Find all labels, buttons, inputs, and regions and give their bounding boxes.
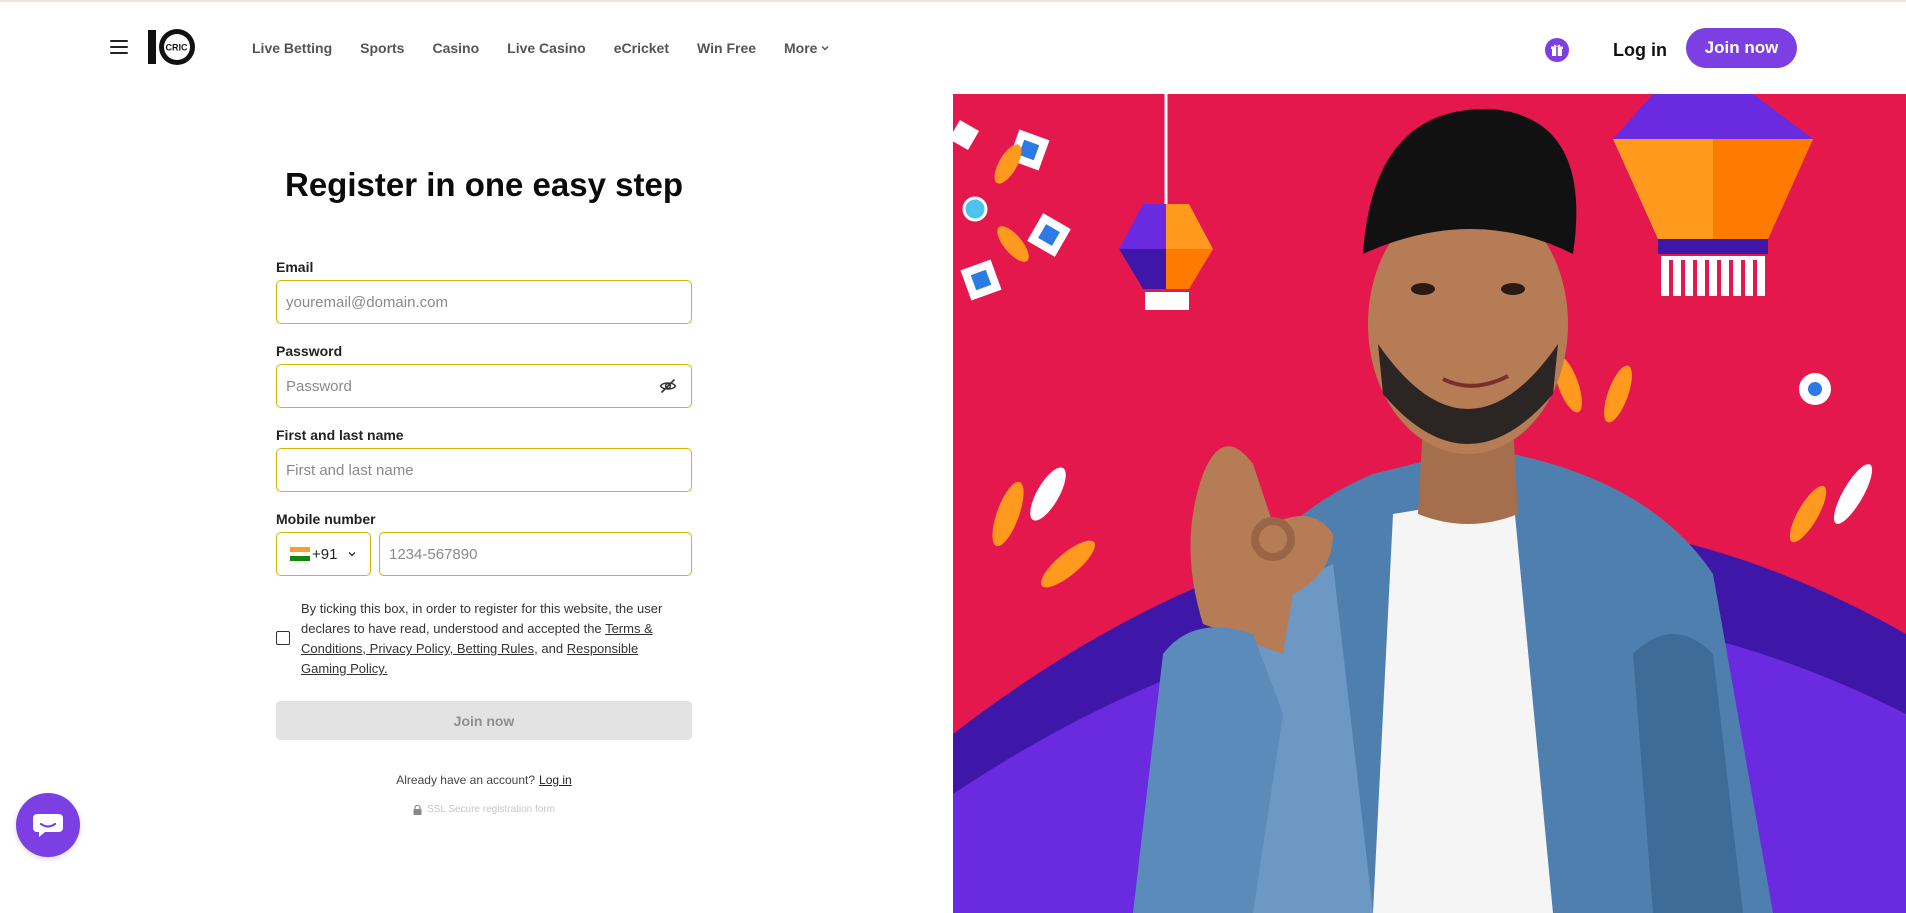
hamburger-icon[interactable] — [110, 40, 128, 56]
consent-checkbox[interactable] — [276, 631, 290, 645]
login-prompt: Already have an account? Log in — [276, 773, 692, 787]
hero-illustration — [953, 94, 1906, 913]
mobile-label: Mobile number — [276, 511, 376, 527]
nav-win-free[interactable]: Win Free — [697, 40, 756, 56]
form-login-link[interactable]: Log in — [539, 773, 572, 787]
email-label: Email — [276, 259, 314, 275]
hero-banner — [953, 94, 1906, 913]
chevron-down-icon — [821, 45, 829, 51]
mobile-field-box — [379, 532, 692, 576]
india-flag-icon — [290, 547, 310, 562]
join-now-button[interactable]: Join now — [276, 701, 692, 740]
name-field-box — [276, 448, 692, 492]
page-title: Register in one easy step — [285, 166, 683, 203]
already-text: Already have an account? — [396, 773, 536, 787]
password-label: Password — [276, 343, 343, 359]
mobile-field[interactable] — [380, 533, 691, 575]
chat-icon[interactable] — [16, 793, 80, 857]
nav-more-label: More — [784, 40, 818, 56]
nav-live-betting[interactable]: Live Betting — [252, 40, 332, 56]
ssl-notice: SSL Secure registration form — [276, 804, 692, 815]
eye-off-icon[interactable] — [659, 377, 677, 395]
chevron-down-icon — [348, 552, 356, 557]
brand-logo[interactable]: CRIC — [148, 27, 200, 69]
nav-ecricket[interactable]: eCricket — [614, 40, 669, 56]
consent-and: and — [541, 641, 564, 656]
country-code-select[interactable]: +91 — [276, 532, 371, 576]
nav-more[interactable]: More — [784, 40, 830, 56]
consent-text: By ticking this box, in order to registe… — [301, 599, 681, 679]
lock-icon — [413, 804, 422, 815]
header-join-button[interactable]: Join now — [1686, 28, 1797, 68]
main-nav: Live Betting Sports Casino Live Casino e… — [252, 40, 830, 56]
country-code: +91 — [312, 545, 338, 563]
name-field[interactable] — [277, 449, 691, 491]
svg-text:CRIC: CRIC — [166, 43, 188, 53]
ssl-text: SSL Secure registration form — [426, 804, 556, 815]
site-header: CRIC Live Betting Sports Casino Live Cas… — [0, 2, 1906, 92]
header-login-link[interactable]: Log in — [1613, 40, 1667, 61]
password-field-box — [276, 364, 692, 408]
gift-icon[interactable] — [1545, 38, 1569, 62]
name-label: First and last name — [276, 427, 404, 443]
email-field[interactable] — [277, 281, 691, 323]
nav-live-casino[interactable]: Live Casino — [507, 40, 586, 56]
nav-casino[interactable]: Casino — [432, 40, 479, 56]
email-field-box — [276, 280, 692, 324]
password-field[interactable] — [277, 365, 691, 407]
nav-sports[interactable]: Sports — [360, 40, 404, 56]
